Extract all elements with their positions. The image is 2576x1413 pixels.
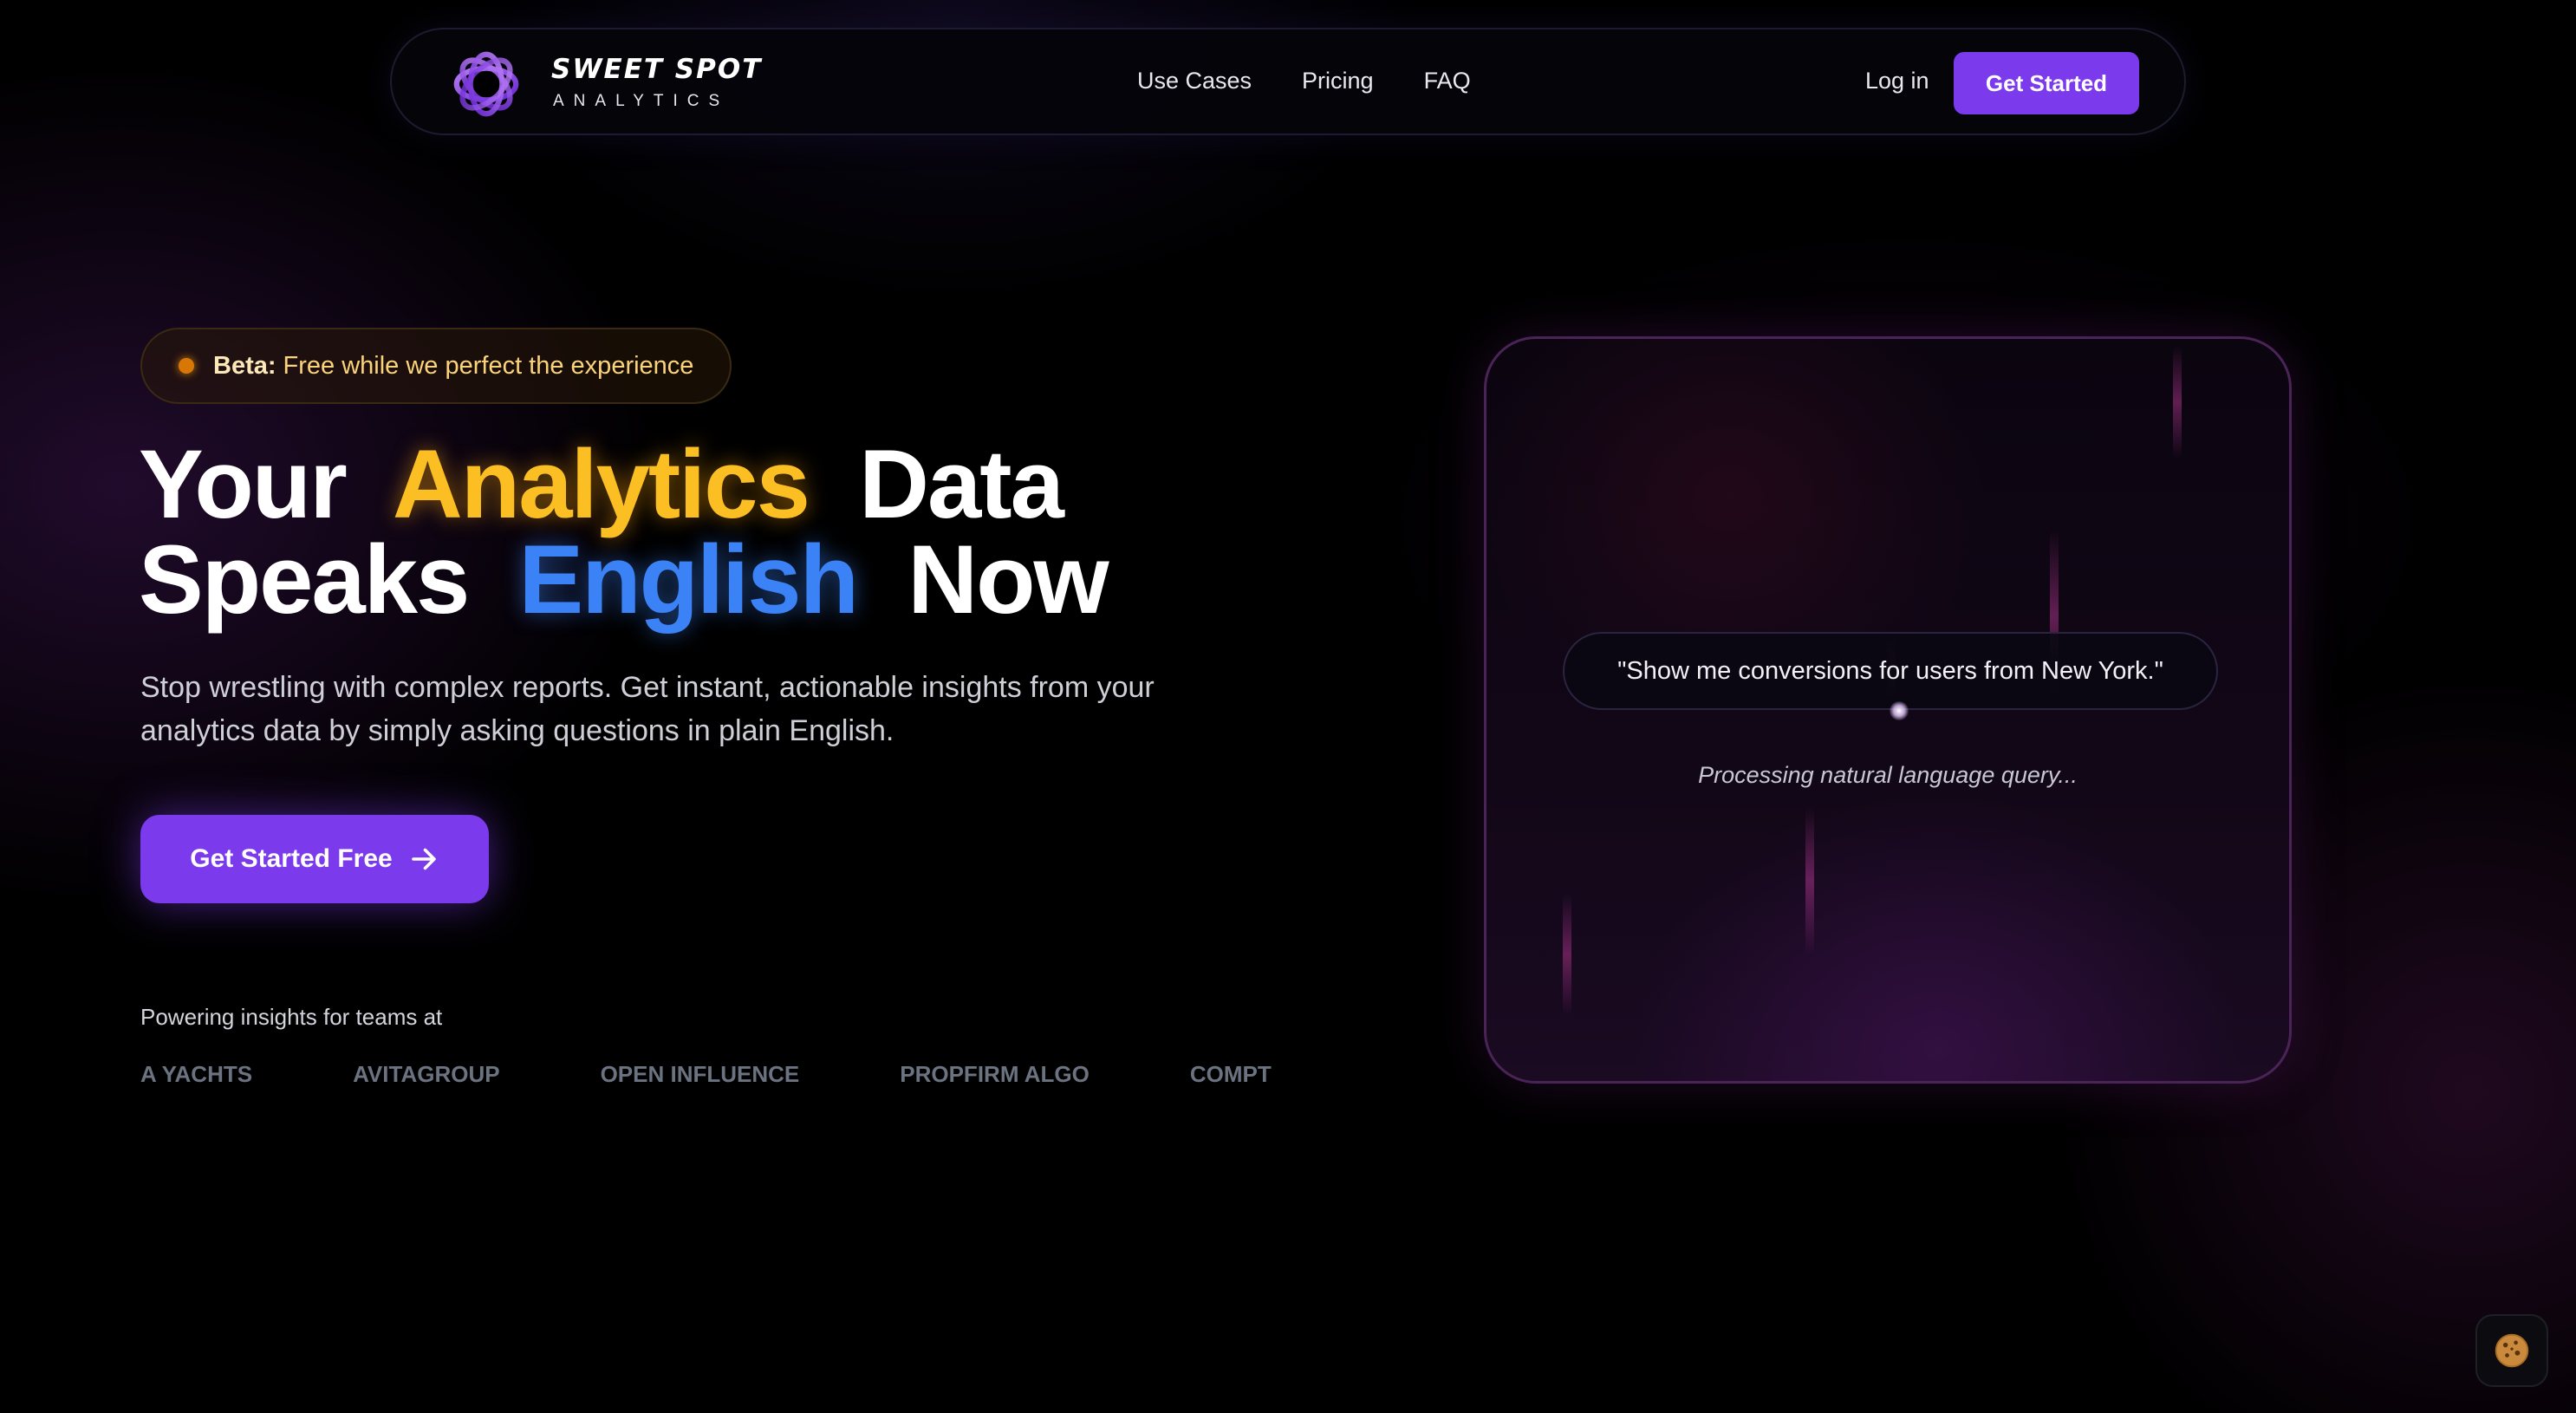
arrow-right-icon [411,848,436,870]
navbar: SWEET SPOT ANALYTICS Use Cases Pricing F… [390,28,2186,135]
beta-badge: Beta: Free while we perfect the experien… [140,328,732,404]
client-logo: AVITAGROUP [353,1061,500,1087]
trust-label: Powering insights for teams at [140,1004,443,1030]
get-started-free-button[interactable]: Get Started Free [140,815,489,903]
client-logo: OPEN INFLUENCE [600,1061,800,1087]
client-logo: COMPT [1189,1061,1272,1087]
swirl-logo-icon[interactable] [447,45,525,123]
beta-status-dot-icon [179,358,194,374]
nav-links: Use Cases Pricing FAQ [1137,68,1471,94]
decorative-streak [2173,346,2182,459]
brand-subtitle: ANALYTICS [553,92,730,110]
nav-link-faq[interactable]: FAQ [1424,68,1471,94]
hero-headline: Your Analytics Data Speaks English Now [139,436,1109,628]
headline-highlight-english: English [518,525,859,634]
nav-link-pricing[interactable]: Pricing [1302,68,1374,94]
sample-query-bubble: "Show me conversions for users from New … [1563,632,2218,710]
headline-word: Speaks [139,525,470,634]
beta-label: Beta: [213,351,276,380]
login-link[interactable]: Log in [1865,68,1929,94]
headline-word: Data [859,430,1064,538]
hero-subcopy: Stop wrestling with complex reports. Get… [140,671,1155,747]
decorative-streak [1805,807,1814,954]
sparkle-icon [1890,701,1909,720]
decorative-streak [1563,894,1571,1015]
query-demo-card: "Show me conversions for users from New … [1484,336,2292,1084]
headline-highlight-analytics: Analytics [392,430,810,538]
headline-word: Your [139,430,348,538]
brand-name: SWEET SPOT [551,54,763,85]
cookie-icon [2495,1333,2529,1368]
processing-status: Processing natural language query... [1698,762,2078,788]
beta-text: Free while we perfect the experience [283,351,694,380]
client-logo: A YACHTS [140,1061,253,1087]
cookie-settings-button[interactable] [2475,1314,2548,1387]
client-logo: PROPFIRM ALGO [900,1061,1090,1087]
nav-link-use-cases[interactable]: Use Cases [1137,68,1252,94]
headline-word: Now [907,525,1109,634]
get-started-free-label: Get Started Free [190,844,393,873]
client-logos: A YACHTS AVITAGROUP OPEN INFLUENCE PROPF… [140,1061,1272,1088]
get-started-button[interactable]: Get Started [1954,52,2139,114]
